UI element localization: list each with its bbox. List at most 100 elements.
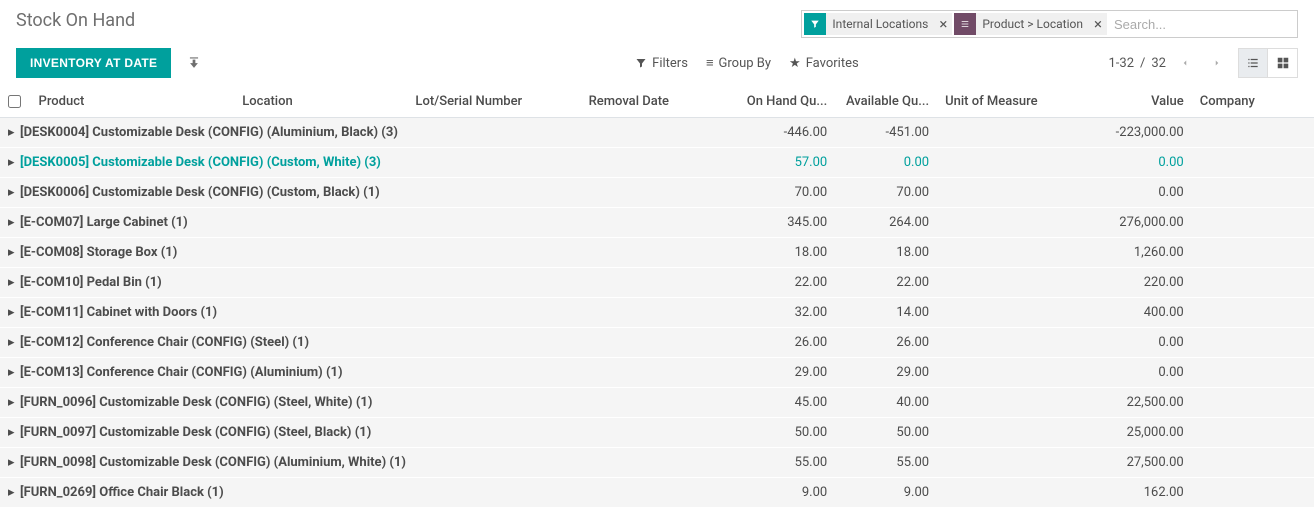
filters-button[interactable]: Filters (635, 56, 688, 71)
cell-onhand: 70.00 (733, 178, 835, 208)
cell-uom (937, 298, 1059, 328)
cell-company (1192, 358, 1314, 388)
cell-value: -223,000.00 (1059, 118, 1191, 148)
list-icon: ≡ (706, 55, 714, 71)
group-name: [DESK0005] Customizable Desk (CONFIG) (C… (20, 155, 381, 170)
caret-right-icon: ▸ (8, 275, 18, 290)
caret-right-icon: ▸ (8, 365, 18, 380)
cell-onhand: 32.00 (733, 298, 835, 328)
cell-company (1192, 328, 1314, 358)
star-icon: ★ (789, 56, 801, 71)
cell-uom (937, 118, 1059, 148)
search-bar[interactable]: Internal Locations×Product > Location× (801, 10, 1298, 38)
export-button[interactable] (183, 51, 205, 76)
group-name: [E-COM07] Large Cabinet (1) (20, 215, 188, 230)
facet-label: Internal Locations (826, 13, 934, 35)
pager: 1-32 / 32 (1108, 49, 1230, 77)
table-group-row[interactable]: ▸[FURN_0098] Customizable Desk (CONFIG) … (0, 448, 1314, 478)
cell-uom (937, 238, 1059, 268)
group-name: [FURN_0098] Customizable Desk (CONFIG) (… (20, 455, 406, 470)
cell-uom (937, 388, 1059, 418)
view-pivot-button[interactable] (1268, 48, 1298, 78)
inventory-at-date-button[interactable]: INVENTORY AT DATE (16, 48, 171, 78)
chevron-right-icon (1212, 56, 1222, 70)
pager-range[interactable]: 1-32 (1108, 56, 1134, 71)
pager-next-button[interactable] (1204, 49, 1230, 77)
cell-value: 220.00 (1059, 268, 1191, 298)
cell-uom (937, 448, 1059, 478)
cell-value: 0.00 (1059, 148, 1191, 178)
col-lot[interactable]: Lot/Serial Number (407, 86, 580, 118)
cell-value: 22,500.00 (1059, 388, 1191, 418)
pager-prev-button[interactable] (1172, 49, 1198, 77)
caret-right-icon: ▸ (8, 485, 18, 500)
cell-value: 0.00 (1059, 358, 1191, 388)
table-group-row[interactable]: ▸[E-COM07] Large Cabinet (1)345.00264.00… (0, 208, 1314, 238)
view-list-button[interactable] (1238, 48, 1268, 78)
caret-right-icon: ▸ (8, 395, 18, 410)
pivot-view-icon (1276, 56, 1290, 70)
group-name: [E-COM12] Conference Chair (CONFIG) (Ste… (20, 335, 309, 350)
col-value[interactable]: Value (1059, 86, 1191, 118)
caret-right-icon: ▸ (8, 245, 18, 260)
chevron-left-icon (1180, 56, 1190, 70)
cell-available: 29.00 (835, 358, 937, 388)
favorites-button[interactable]: ★ Favorites (789, 56, 859, 71)
table-group-row[interactable]: ▸[DESK0006] Customizable Desk (CONFIG) (… (0, 178, 1314, 208)
col-removal[interactable]: Removal Date (581, 86, 734, 118)
search-input[interactable] (1108, 13, 1296, 36)
cell-company (1192, 208, 1314, 238)
cell-value: 0.00 (1059, 178, 1191, 208)
cell-available: 9.00 (835, 478, 937, 508)
cell-uom (937, 418, 1059, 448)
group-by-button[interactable]: ≡ Group By (706, 55, 771, 71)
facet-remove-button[interactable]: × (934, 13, 952, 35)
col-available[interactable]: Available Qu... (835, 86, 937, 118)
cell-value: 276,000.00 (1059, 208, 1191, 238)
group-name: [FURN_0269] Office Chair Black (1) (20, 485, 224, 500)
col-onhand[interactable]: On Hand Qu... (733, 86, 835, 118)
table-group-row[interactable]: ▸[DESK0005] Customizable Desk (CONFIG) (… (0, 148, 1314, 178)
cell-available: 40.00 (835, 388, 937, 418)
cell-company (1192, 418, 1314, 448)
table-group-row[interactable]: ▸[E-COM11] Cabinet with Doors (1)32.0014… (0, 298, 1314, 328)
group-name: [E-COM13] Conference Chair (CONFIG) (Alu… (20, 365, 343, 380)
table-group-row[interactable]: ▸[E-COM08] Storage Box (1)18.0018.001,26… (0, 238, 1314, 268)
group-name: [FURN_0097] Customizable Desk (CONFIG) (… (20, 425, 371, 440)
funnel-icon (635, 57, 647, 69)
cell-uom (937, 328, 1059, 358)
col-company[interactable]: Company (1192, 86, 1314, 118)
table-group-row[interactable]: ▸[E-COM10] Pedal Bin (1)22.0022.00220.00 (0, 268, 1314, 298)
cell-value: 27,500.00 (1059, 448, 1191, 478)
group-name: [E-COM11] Cabinet with Doors (1) (20, 305, 217, 320)
caret-right-icon: ▸ (8, 155, 18, 170)
col-location[interactable]: Location (234, 86, 407, 118)
select-all-checkbox[interactable] (8, 95, 21, 108)
facet-remove-button[interactable]: × (1089, 13, 1107, 35)
filters-label: Filters (652, 56, 688, 71)
cell-value: 1,260.00 (1059, 238, 1191, 268)
table-group-row[interactable]: ▸[E-COM13] Conference Chair (CONFIG) (Al… (0, 358, 1314, 388)
table-group-row[interactable]: ▸[DESK0004] Customizable Desk (CONFIG) (… (0, 118, 1314, 148)
table-group-row[interactable]: ▸[FURN_0097] Customizable Desk (CONFIG) … (0, 418, 1314, 448)
cell-onhand: 45.00 (733, 388, 835, 418)
table-group-row[interactable]: ▸[FURN_0096] Customizable Desk (CONFIG) … (0, 388, 1314, 418)
cell-available: 18.00 (835, 238, 937, 268)
groupby-facet: Product > Location× (954, 13, 1107, 35)
cell-onhand: 9.00 (733, 478, 835, 508)
group-name: [FURN_0096] Customizable Desk (CONFIG) (… (20, 395, 372, 410)
cell-company (1192, 268, 1314, 298)
col-uom[interactable]: Unit of Measure (937, 86, 1059, 118)
cell-value: 162.00 (1059, 478, 1191, 508)
cell-uom (937, 208, 1059, 238)
group-name: [DESK0004] Customizable Desk (CONFIG) (A… (20, 125, 398, 140)
caret-right-icon: ▸ (8, 335, 18, 350)
cell-uom (937, 178, 1059, 208)
col-product[interactable]: Product (31, 86, 235, 118)
table-group-row[interactable]: ▸[E-COM12] Conference Chair (CONFIG) (St… (0, 328, 1314, 358)
table-group-row[interactable]: ▸[FURN_0269] Office Chair Black (1) 9.009… (0, 478, 1314, 508)
cell-available: 14.00 (835, 298, 937, 328)
favorites-label: Favorites (806, 56, 859, 71)
facet-label: Product > Location (976, 13, 1089, 35)
cell-onhand: 26.00 (733, 328, 835, 358)
